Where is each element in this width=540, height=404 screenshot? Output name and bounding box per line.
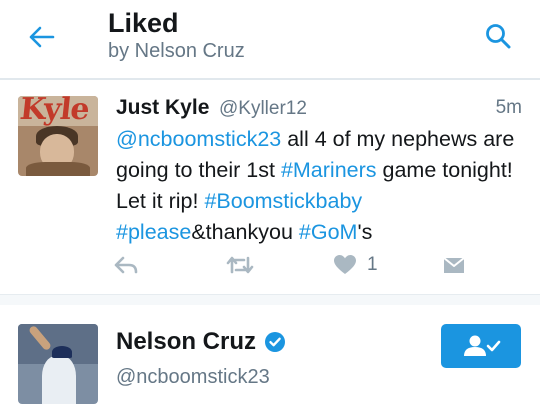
tweet-author-avatar[interactable]: Kyle [18, 96, 98, 176]
page-subtitle: by Nelson Cruz [108, 40, 245, 62]
avatar-body [42, 356, 76, 404]
verified-icon [264, 331, 286, 353]
user-name-row[interactable]: Nelson Cruz [116, 328, 286, 356]
back-arrow-icon[interactable] [24, 20, 58, 54]
hashtag-link[interactable]: #Boomstickbaby [204, 189, 362, 213]
following-button[interactable] [441, 324, 521, 368]
following-icon [461, 334, 501, 358]
like-button[interactable]: 1 [333, 253, 378, 277]
avatar-shirt [26, 162, 90, 176]
page-title: Liked [108, 8, 179, 38]
hashtag-link[interactable]: #GoM [299, 220, 358, 244]
tweet-author-handle[interactable]: @Kyller12 [219, 98, 307, 120]
tweet-author-name[interactable]: Just Kyle [116, 96, 209, 120]
avatar-cap [52, 346, 72, 358]
header: Liked by Nelson Cruz [0, 0, 540, 78]
retweet-icon[interactable] [226, 253, 254, 277]
tweet-text: @ncboomstick23 all 4 of my nephews are g… [116, 124, 526, 248]
user-handle[interactable]: @ncboomstick23 [116, 366, 270, 389]
user-avatar[interactable] [18, 324, 98, 404]
hashtag-link[interactable]: #please [116, 220, 191, 244]
hashtag-link[interactable]: #Mariners [281, 158, 377, 182]
section-separator [0, 294, 540, 305]
like-count: 1 [367, 254, 378, 275]
direct-message-icon[interactable] [442, 253, 466, 277]
tweet-text-segment: &thankyou [191, 220, 299, 244]
tweet-timestamp: 5m [495, 97, 522, 118]
header-divider [0, 78, 540, 80]
avatar-text: Kyle [18, 96, 91, 127]
mention-link[interactable]: @ncboomstick23 [116, 127, 281, 151]
search-icon[interactable] [480, 18, 516, 54]
heart-icon [333, 254, 357, 276]
reply-icon[interactable] [114, 253, 138, 277]
tweet-text-segment: 's [357, 220, 373, 244]
user-name: Nelson Cruz [116, 328, 257, 355]
